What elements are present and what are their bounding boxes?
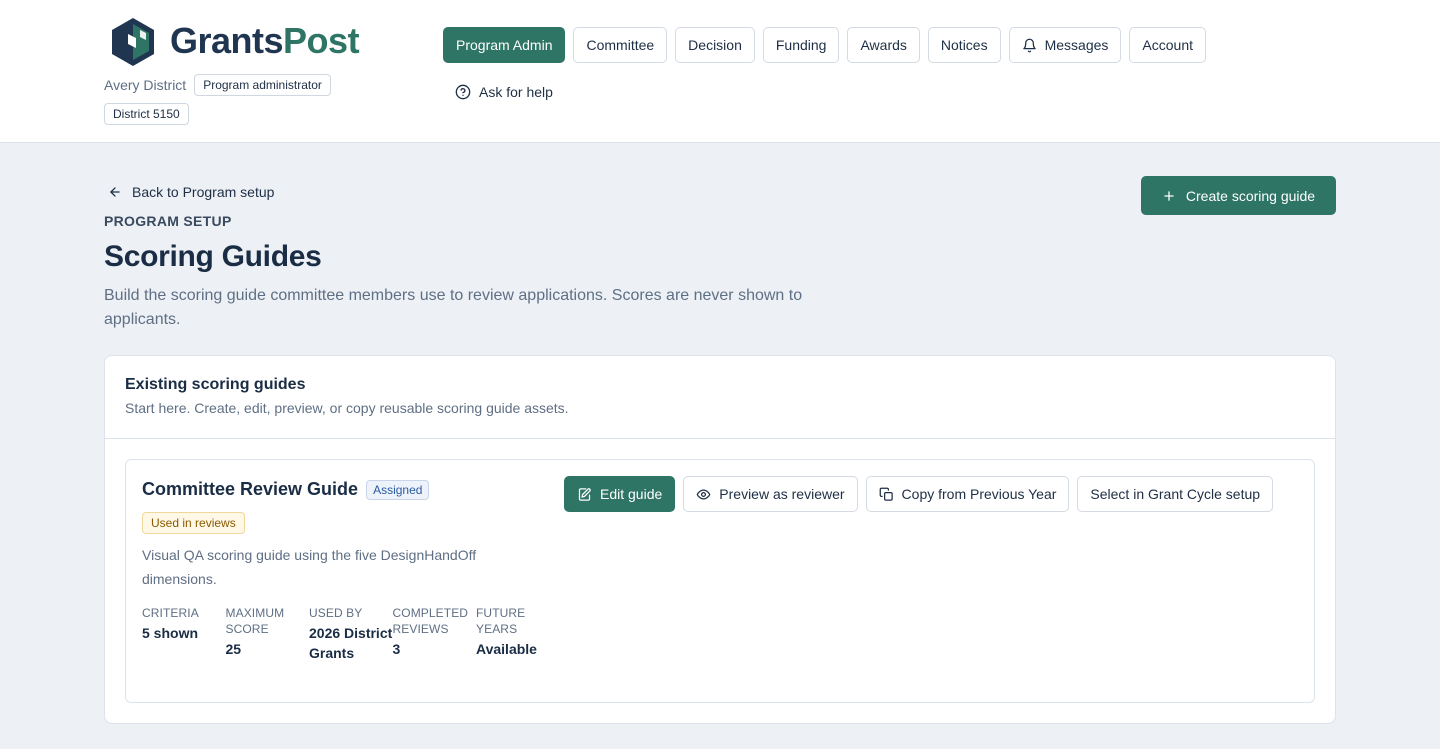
back-label: Back to Program setup	[132, 184, 275, 200]
brand-logo[interactable]: GrantsPost	[106, 16, 360, 66]
guide-card: Committee Review Guide Assigned Used in …	[125, 459, 1315, 703]
select-in-grant-cycle-button[interactable]: Select in Grant Cycle setup	[1077, 476, 1274, 512]
district-chip: District 5150	[104, 103, 189, 125]
stat-label: MAXIMUM SCORE	[225, 606, 285, 636]
brand-part-grants: Grants	[170, 20, 284, 61]
nav-committee[interactable]: Committee	[573, 27, 668, 63]
plus-icon	[1164, 190, 1174, 201]
edit-document-icon	[578, 487, 591, 501]
stat-maximum-score: MAXIMUM SCORE 25	[226, 605, 310, 663]
existing-guides-panel: Existing scoring guides Start here. Crea…	[104, 355, 1336, 724]
role-chip: Program administrator	[194, 74, 331, 96]
nav-funding[interactable]: Funding	[762, 27, 840, 63]
stat-label: COMPLETED REVIEWS	[392, 606, 469, 636]
preview-as-reviewer-button[interactable]: Preview as reviewer	[683, 476, 858, 512]
guide-stats: CRITERIA 5 shown MAXIMUM SCORE 25 USED B…	[142, 605, 560, 663]
arrow-left-icon	[110, 187, 120, 197]
copy-label: Copy from Previous Year	[901, 486, 1057, 502]
back-to-program-setup-link[interactable]: Back to Program setup	[108, 184, 274, 200]
assigned-badge: Assigned	[366, 479, 430, 500]
eye-icon	[696, 489, 711, 499]
panel-header: Existing scoring guides Start here. Crea…	[105, 356, 1335, 439]
preview-label: Preview as reviewer	[719, 486, 845, 502]
panel-subtitle: Start here. Create, edit, preview, or co…	[125, 400, 569, 416]
stat-completed-reviews: COMPLETED REVIEWS 3	[393, 605, 477, 663]
app-header: GrantsPost Avery District Program admini…	[0, 0, 1440, 143]
help-label: Ask for help	[479, 84, 553, 100]
bell-icon	[1022, 38, 1036, 52]
guide-title-row: Committee Review Guide Assigned	[142, 479, 430, 500]
stat-future-years: FUTURE YEARS Available	[476, 605, 560, 663]
main-nav: Program Admin Committee Decision Funding…	[443, 27, 1206, 63]
org-name: Avery District	[104, 77, 187, 93]
nav-messages-label: Messages	[1044, 37, 1109, 53]
copy-from-previous-year-button[interactable]: Copy from Previous Year	[865, 476, 1070, 512]
help-circle-icon	[455, 84, 471, 100]
stat-label: FUTURE YEARS	[476, 606, 526, 636]
create-label: Create scoring guide	[1185, 187, 1316, 204]
stat-used-by: USED BY 2026 District Grants	[309, 605, 393, 663]
stat-value: 3	[392, 641, 401, 657]
page-subtitle: Build the scoring guide committee member…	[104, 287, 803, 328]
nav-decision[interactable]: Decision	[675, 27, 755, 63]
copy-icon	[879, 487, 893, 501]
stat-value: 2026 District Grants	[309, 625, 393, 661]
nav-awards[interactable]: Awards	[847, 27, 920, 63]
page-title: Scoring Guides	[104, 240, 322, 273]
used-in-reviews-badge: Used in reviews	[142, 512, 245, 534]
grantspost-logo-icon	[112, 18, 154, 66]
nav-notices[interactable]: Notices	[927, 27, 1001, 63]
create-scoring-guide-button[interactable]: Create scoring guide	[1141, 176, 1336, 215]
edit-guide-label: Edit guide	[600, 486, 663, 502]
stat-value: Available	[476, 641, 537, 657]
stat-value: 5 shown	[142, 625, 199, 641]
nav-program-admin[interactable]: Program Admin	[443, 27, 566, 63]
stat-label: CRITERIA	[142, 606, 199, 620]
stat-value: 25	[225, 641, 242, 657]
guide-description: Visual QA scoring guide using the five D…	[142, 547, 477, 587]
brand-wordmark: GrantsPost	[170, 20, 360, 61]
edit-guide-button[interactable]: Edit guide	[564, 476, 676, 512]
nav-account[interactable]: Account	[1129, 27, 1206, 63]
stat-criteria: CRITERIA 5 shown	[142, 605, 226, 663]
ask-for-help-link[interactable]: Ask for help	[455, 84, 553, 100]
panel-title: Existing scoring guides	[125, 376, 306, 393]
guide-name: Committee Review Guide	[142, 479, 359, 499]
stat-label: USED BY	[309, 606, 363, 620]
guide-actions: Edit guide Preview as reviewer Copy from…	[564, 476, 1274, 512]
nav-messages[interactable]: Messages	[1008, 27, 1122, 63]
org-info: Avery District Program administrator	[104, 74, 331, 96]
page-eyebrow: PROGRAM SETUP	[104, 213, 232, 229]
brand-part-post: Post	[283, 20, 360, 61]
